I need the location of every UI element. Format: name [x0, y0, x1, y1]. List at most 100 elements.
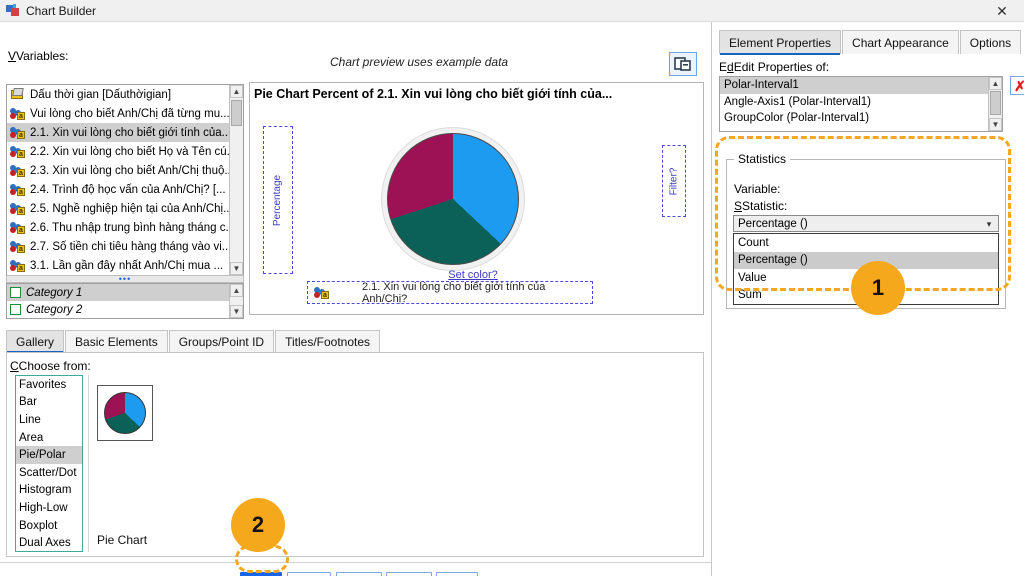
choose-from-label: CChoose from: [10, 359, 91, 373]
splitter-handle[interactable]: ••• [6, 274, 244, 283]
tab-basic-elements[interactable]: Basic Elements [65, 330, 168, 352]
chart-title: Pie Chart Percent of 2.1. Xin vui lòng c… [254, 87, 613, 101]
gallery-item-pie-polar[interactable]: Pie/Polar [16, 446, 82, 464]
variable-label: 2.6. Thu nhập trung bình hàng tháng c... [30, 222, 236, 235]
dropzone-x-axis[interactable]: a 2.1. Xin vui lòng cho biết giới tính c… [307, 280, 593, 305]
paste-button[interactable]: Paste [287, 572, 331, 576]
nominal-string-variable-icon: a [314, 286, 330, 300]
chevron-down-icon[interactable]: ▼ [230, 305, 243, 318]
tab-groups-point-id[interactable]: Groups/Point ID [168, 330, 275, 352]
cancel-button[interactable]: Cancel [386, 572, 432, 576]
help-button[interactable]: Help [436, 572, 478, 576]
list-item[interactable]: a 2.3. Xin vui lòng cho biết Anh/Chị thu… [7, 161, 243, 180]
categories-list[interactable]: Category 1 Category 2 ▲ ▼ [6, 283, 244, 319]
gallery-item-line[interactable]: Line [16, 411, 82, 429]
callout-badge-1: 1 [851, 261, 905, 315]
variable-label: Variable: [734, 182, 781, 196]
gallery-item-area[interactable]: Area [16, 429, 82, 447]
chevron-up-icon[interactable]: ▲ [989, 77, 1002, 90]
panel-toggle-icon[interactable] [669, 52, 697, 76]
variable-label: 2.7. Số tiền chi tiêu hàng tháng vào vi.… [30, 241, 232, 254]
list-item[interactable]: a 2.5. Nghề nghiệp hiện tại của Anh/Chị.… [7, 200, 243, 219]
tab-gallery[interactable]: Gallery [6, 330, 65, 353]
dropzone-x-axis-label: 2.1. Xin vui lòng cho biết giới tính của… [362, 280, 546, 305]
edit-properties-list[interactable]: Polar-Interval1 Angle-Axis1 (Polar-Inter… [719, 76, 1003, 132]
chart-builder-window: Chart Builder ✕ VVariables: Dấu thời gia… [0, 0, 1024, 576]
category-icon [10, 287, 21, 298]
reset-button[interactable]: Reset [336, 572, 382, 576]
gallery-item-bar[interactable]: Bar [16, 394, 82, 412]
list-item[interactable]: Dấu thời gian [Dấuthờigian] [7, 85, 243, 104]
dialog-button-bar: OK Paste Reset Cancel Help [0, 562, 711, 576]
gallery-item-high-low[interactable]: High-Low [16, 499, 82, 517]
categories-scrollbar[interactable]: ▲ ▼ [229, 284, 243, 318]
gallery-thumbnail-pie-chart[interactable] [97, 385, 153, 441]
list-item[interactable]: a Vui lòng cho biết Anh/Chị đã từng mu..… [7, 104, 243, 123]
chevron-down-icon[interactable]: ▼ [989, 118, 1002, 131]
list-item[interactable]: Category 1 [7, 284, 243, 301]
edit-properties-text: Edit Properties of: [733, 60, 830, 74]
nominal-string-variable-icon: a [10, 183, 26, 197]
dropzone-filter-label: Filter? [668, 167, 680, 195]
pie-chart-slices [387, 133, 519, 265]
list-item[interactable]: a 2.4. Trình độ học vấn của Anh/Chị? [..… [7, 180, 243, 199]
scrollbar-thumb[interactable] [231, 100, 242, 126]
property-item-angle-axis1[interactable]: Angle-Axis1 (Polar-Interval1) [720, 94, 1002, 111]
edit-properties-label: EdEdit Properties of: [719, 60, 830, 74]
tab-titles-footnotes[interactable]: Titles/Footnotes [275, 330, 381, 352]
gallery-type-list[interactable]: Favorites Bar Line Area Pie/Polar Scatte… [15, 375, 83, 552]
gallery-caption: Pie Chart [97, 533, 148, 547]
variable-label: 3.1. Lần gần đây nhất Anh/Chị mua ... [30, 260, 224, 273]
gallery-item-histogram[interactable]: Histogram [16, 482, 82, 500]
pie-chart [382, 128, 524, 270]
close-icon[interactable]: ✕ [980, 0, 1024, 22]
dropzone-color-label[interactable]: Set color? [413, 269, 533, 281]
pie-thumbnail-icon [104, 392, 146, 434]
variables-scrollbar[interactable]: ▲ ▼ [229, 85, 243, 275]
tab-element-properties[interactable]: Element Properties [719, 30, 842, 55]
title-bar: Chart Builder ✕ [0, 0, 1024, 22]
variables-label: VVariables: [8, 49, 69, 63]
ok-button[interactable]: OK [240, 572, 282, 576]
nominal-string-variable-icon: a [10, 240, 26, 254]
gallery-item-boxplot[interactable]: Boxplot [16, 517, 82, 535]
category-label: Category 2 [26, 303, 83, 316]
dropzone-filter[interactable]: Filter? [662, 145, 686, 217]
property-item-groupcolor[interactable]: GroupColor (Polar-Interval1) [720, 110, 1002, 127]
choose-from-text: Choose from: [18, 359, 91, 373]
statistic-label: SStatistic: [734, 199, 788, 213]
list-item[interactable]: a 2.7. Số tiền chi tiêu hàng tháng vào v… [7, 238, 243, 257]
list-item[interactable]: Category 2 [7, 301, 243, 318]
list-item[interactable]: a 2.2. Xin vui lòng cho biết Họ và Tên c… [7, 142, 243, 161]
chevron-up-icon[interactable]: ▲ [230, 284, 243, 297]
gallery-item-favorites[interactable]: Favorites [16, 376, 82, 394]
tab-chart-appearance[interactable]: Chart Appearance [842, 30, 959, 54]
variable-label: Vui lòng cho biết Anh/Chị đã từng mu... [30, 107, 230, 120]
nominal-string-variable-icon: a [10, 164, 26, 178]
variable-label: 2.2. Xin vui lòng cho biết Họ và Tên cú.… [30, 145, 237, 158]
gallery-item-scatter-dot[interactable]: Scatter/Dot [16, 464, 82, 482]
chevron-up-icon[interactable]: ▲ [230, 85, 243, 98]
delete-element-icon[interactable]: ✗ [1010, 76, 1024, 95]
statistic-label-text: Statistic: [742, 199, 788, 213]
statistics-group-title: Statistics [734, 152, 791, 166]
property-item-polar-interval1[interactable]: Polar-Interval1 [720, 77, 1002, 94]
dropzone-y-axis[interactable]: Percentage [263, 126, 293, 274]
variables-list[interactable]: Dấu thời gian [Dấuthờigian] a Vui lòng c… [6, 84, 244, 276]
statistic-option-count[interactable]: Count [734, 234, 998, 252]
list-item[interactable]: a 2.6. Thu nhập trung bình hàng tháng c.… [7, 219, 243, 238]
list-item[interactable]: a 2.1. Xin vui lòng cho biết giới tính c… [7, 123, 243, 143]
chevron-down-icon[interactable]: ▾ [983, 218, 995, 230]
scrollbar-thumb[interactable] [990, 91, 1001, 115]
preview-caption: Chart preview uses example data [330, 55, 509, 69]
gallery-item-dual-axes[interactable]: Dual Axes [16, 534, 82, 551]
statistic-select[interactable]: Percentage () ▾ [733, 215, 999, 232]
chevron-down-icon[interactable]: ▼ [230, 262, 243, 275]
callout-badge-2: 2 [231, 498, 285, 552]
dropzone-y-axis-label: Percentage [272, 174, 284, 226]
window-title: Chart Builder [26, 3, 97, 18]
chart-preview-canvas[interactable]: Pie Chart Percent of 2.1. Xin vui lòng c… [249, 82, 704, 315]
properties-scrollbar[interactable]: ▲ ▼ [988, 77, 1002, 131]
statistic-selected-value: Percentage () [738, 217, 808, 230]
tab-options[interactable]: Options [959, 30, 1022, 54]
